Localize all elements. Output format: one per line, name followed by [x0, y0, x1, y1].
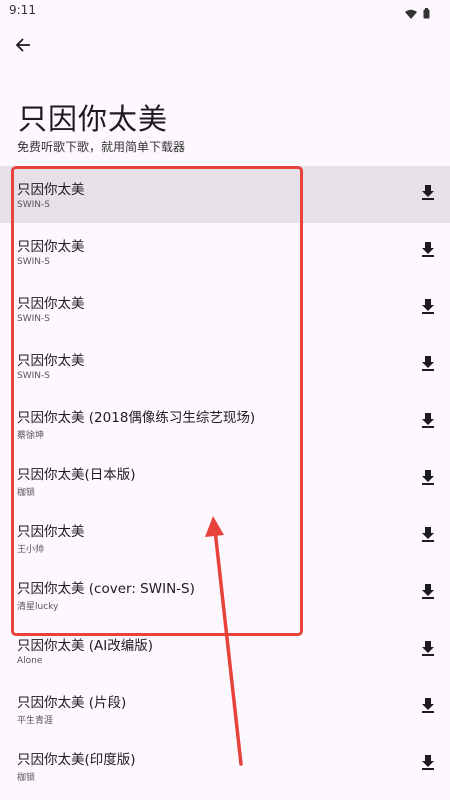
- song-list-item[interactable]: 只因你太美 SWIN-S: [0, 280, 450, 337]
- page-subtitle: 免费听歌下歌，就用简单下载器: [17, 140, 186, 154]
- download-button[interactable]: [419, 298, 437, 318]
- download-icon: [421, 412, 435, 432]
- song-title: 只因你太美(日本版): [17, 467, 136, 483]
- song-title: 只因你太美: [17, 296, 85, 312]
- download-icon: [421, 469, 435, 489]
- download-button[interactable]: [419, 526, 437, 546]
- song-list-item[interactable]: 只因你太美 SWIN-S: [0, 223, 450, 280]
- song-artist: 王小帅: [17, 545, 45, 555]
- download-button[interactable]: [419, 241, 437, 261]
- download-button[interactable]: [419, 640, 437, 660]
- song-title: 只因你太美: [17, 182, 85, 198]
- song-artist: SWIN-S: [17, 200, 50, 210]
- song-title: 只因你太美: [17, 353, 85, 369]
- download-button[interactable]: [419, 754, 437, 774]
- battery-icon: [423, 4, 430, 23]
- song-list-item[interactable]: 只因你太美 (AI改编版) Alone: [0, 622, 450, 679]
- song-artist: SWIN-S: [17, 257, 50, 267]
- download-button[interactable]: [419, 697, 437, 717]
- song-list-item[interactable]: 只因你太美 SWIN-S: [0, 337, 450, 394]
- download-icon: [421, 697, 435, 717]
- download-icon: [421, 184, 435, 204]
- status-bar: 9:11: [0, 0, 450, 22]
- download-icon: [421, 241, 435, 261]
- song-artist: 枷锁: [17, 773, 36, 783]
- status-time: 9:11: [9, 3, 36, 17]
- song-list-item[interactable]: 只因你太美 (cover: SWIN-S) 清星lucky: [0, 565, 450, 622]
- download-icon: [421, 355, 435, 375]
- download-button[interactable]: [419, 412, 437, 432]
- download-icon: [421, 754, 435, 774]
- song-title: 只因你太美(印度版): [17, 752, 136, 768]
- download-button[interactable]: [419, 583, 437, 603]
- song-list-item[interactable]: 只因你太美 (片段) 平生青涯: [0, 679, 450, 736]
- song-artist: 蔡徐坤: [17, 431, 45, 441]
- song-artist: SWIN-S: [17, 371, 50, 381]
- song-list: 只因你太美 SWIN-S 只因你太美 SWIN-S 只因你太美 SWIN-S 只因你太美 SW…: [0, 166, 450, 793]
- song-list-item[interactable]: 只因你太美 (2018偶像练习生综艺现场) 蔡徐坤: [0, 394, 450, 451]
- song-title: 只因你太美 (片段): [17, 695, 127, 711]
- song-title: 只因你太美: [17, 524, 85, 540]
- download-icon: [421, 298, 435, 318]
- song-list-item[interactable]: 只因你太美 SWIN-S: [0, 166, 450, 223]
- page-title: 只因你太美: [18, 102, 169, 136]
- back-button[interactable]: [10, 35, 36, 59]
- download-icon: [421, 583, 435, 603]
- download-icon: [421, 526, 435, 546]
- song-title: 只因你太美 (cover: SWIN-S): [17, 581, 195, 597]
- song-list-item[interactable]: 只因你太美(日本版) 枷锁: [0, 451, 450, 508]
- song-title: 只因你太美 (2018偶像练习生综艺现场): [17, 410, 256, 426]
- song-artist: 枷锁: [17, 488, 36, 498]
- song-title: 只因你太美: [17, 239, 85, 255]
- song-title: 只因你太美 (AI改编版): [17, 638, 154, 654]
- status-icons: [405, 4, 430, 23]
- back-arrow-icon: [15, 37, 31, 57]
- download-button[interactable]: [419, 355, 437, 375]
- download-button[interactable]: [419, 469, 437, 489]
- song-artist: SWIN-S: [17, 314, 50, 324]
- download-button[interactable]: [419, 184, 437, 204]
- song-list-item[interactable]: 只因你太美(印度版) 枷锁: [0, 736, 450, 793]
- song-list-item[interactable]: 只因你太美 王小帅: [0, 508, 450, 565]
- song-artist: Alone: [17, 656, 43, 666]
- song-artist: 清星lucky: [17, 602, 59, 612]
- wifi-icon: [405, 4, 417, 23]
- download-icon: [421, 640, 435, 660]
- song-artist: 平生青涯: [17, 716, 54, 726]
